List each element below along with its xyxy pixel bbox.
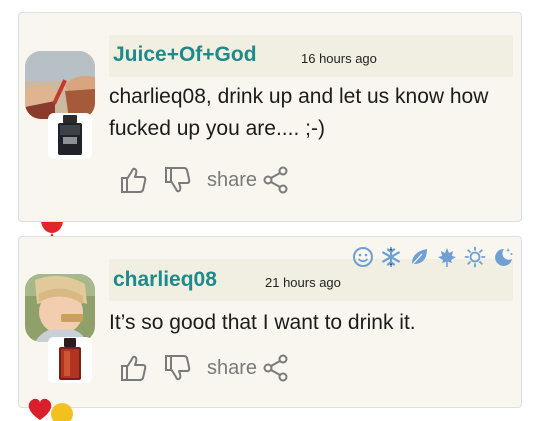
hearts-decoration: [28, 398, 73, 421]
mood-icons: [351, 245, 515, 269]
comment-card: Juice+Of+God 16 hours ago charlieq08, dr…: [18, 12, 522, 222]
sun-icon[interactable]: [463, 245, 487, 269]
maple-leaf-icon[interactable]: [435, 245, 459, 269]
share-button[interactable]: share: [207, 354, 289, 382]
share-icon: [263, 354, 288, 382]
snowflake-icon[interactable]: [379, 245, 403, 269]
dislike-button[interactable]: [163, 165, 193, 195]
username-link[interactable]: charlieq08: [113, 268, 217, 292]
timestamp: 16 hours ago: [301, 51, 377, 66]
thumbs-down-icon: [165, 167, 191, 193]
smile-icon[interactable]: [351, 245, 375, 269]
like-button[interactable]: [119, 353, 149, 383]
comment-actions: share: [119, 164, 289, 196]
avatar[interactable]: [25, 51, 95, 119]
moon-stars-icon[interactable]: [491, 245, 515, 269]
comment-actions: share: [119, 352, 289, 384]
perfume-bottle-image: [48, 113, 92, 159]
like-button[interactable]: [119, 165, 149, 195]
perfume-bottle-image: [48, 337, 92, 383]
thumbs-up-icon: [121, 355, 147, 381]
comment-text: It’s so good that I want to drink it.: [109, 311, 416, 334]
share-label: share: [207, 356, 258, 379]
leaf-icon[interactable]: [407, 245, 431, 269]
thumbs-up-icon: [121, 167, 147, 193]
thumbs-down-icon: [165, 355, 191, 381]
dislike-button[interactable]: [163, 353, 193, 383]
avatar[interactable]: [25, 274, 95, 342]
comment-card: charlieq08 21 hours ago It’s so good tha…: [18, 236, 522, 408]
share-button[interactable]: share: [207, 166, 289, 194]
username-link[interactable]: Juice+Of+God: [113, 43, 257, 67]
share-icon: [263, 166, 288, 194]
comment-text: charlieq08, drink up and let us know how…: [109, 85, 489, 140]
share-label: share: [207, 168, 258, 191]
timestamp: 21 hours ago: [265, 275, 341, 290]
